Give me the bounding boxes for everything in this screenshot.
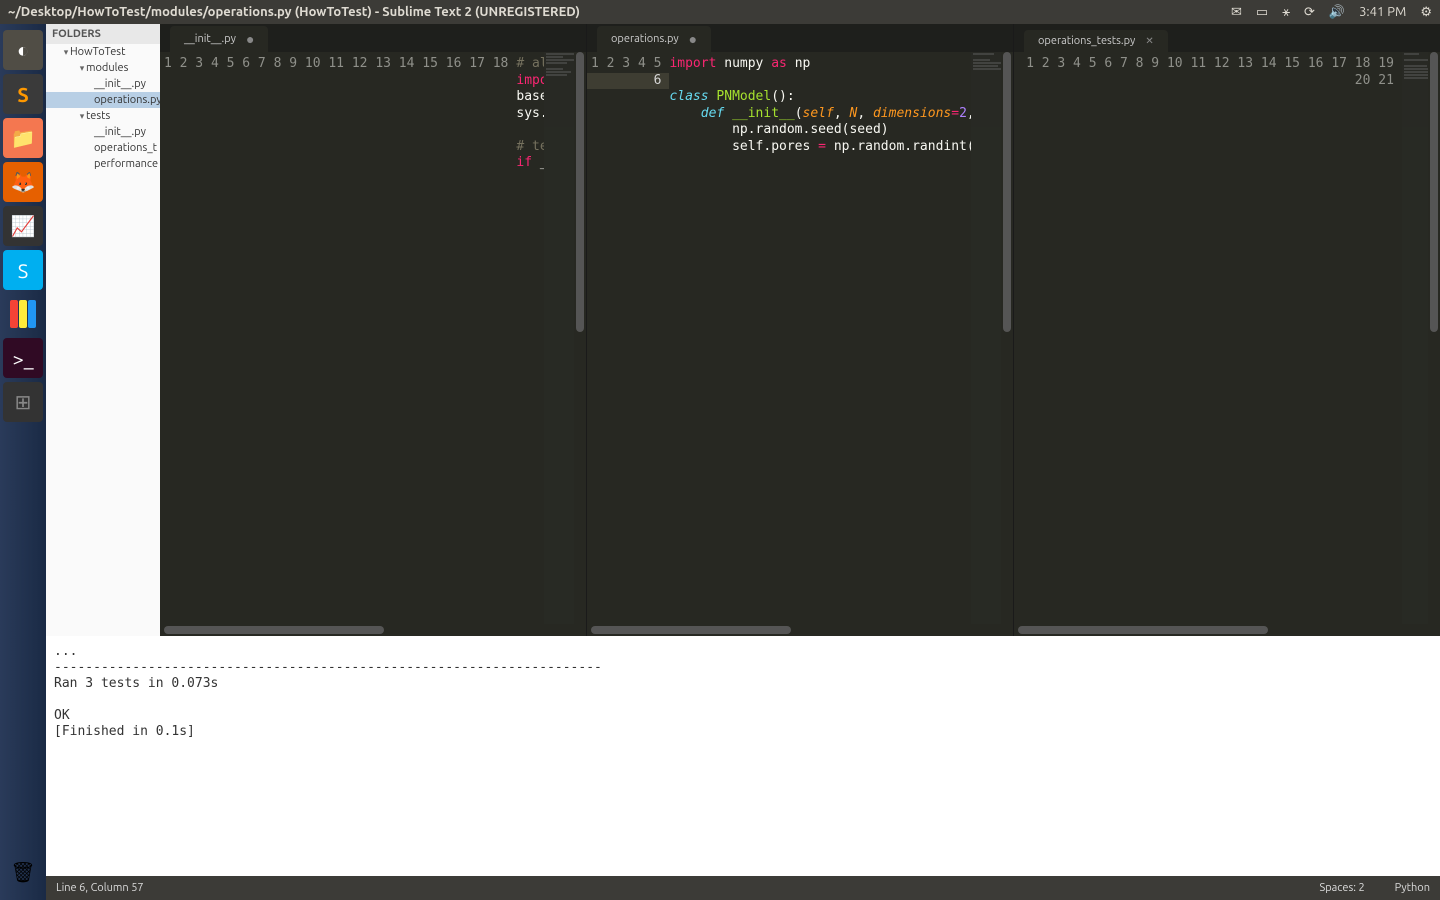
pane-1: __init__.py● 1 2 3 4 5 6 7 8 9 10 11 12 … (160, 24, 587, 636)
launcher-trash[interactable]: 🗑 (3, 852, 43, 892)
clock[interactable]: 3:41 PM (1359, 5, 1406, 19)
gear-icon[interactable]: ⚙ (1420, 5, 1432, 20)
launcher-colors[interactable] (3, 294, 43, 334)
sidebar-file[interactable]: __init__.py (46, 124, 160, 140)
gutter: 1 2 3 4 5 6 7 8 9 10 11 12 13 14 15 16 1… (160, 52, 516, 624)
launcher-monitor[interactable]: 📈 (3, 206, 43, 246)
launcher-firefox[interactable]: 🦊 (3, 162, 43, 202)
tab[interactable]: operations_tests.py✕ (1024, 30, 1168, 52)
editor-area[interactable]: 1 2 3 4 5 6 import numpy as np class PNM… (587, 52, 1013, 624)
launcher-terminal[interactable]: >_ (3, 338, 43, 378)
status-indent[interactable]: Spaces: 2 (1319, 882, 1364, 894)
editor-main: FOLDERS ▾HowToTest ▾modules __init__.py … (46, 24, 1440, 636)
status-position: Line 6, Column 57 (56, 882, 144, 894)
sidebar-file[interactable]: __init__.py (46, 76, 160, 92)
tabbar: operations.py● (587, 24, 1013, 52)
horizontal-scrollbar[interactable] (587, 624, 1013, 636)
vertical-scrollbar[interactable] (1001, 52, 1013, 624)
build-output-panel[interactable]: ... ------------------------------------… (46, 636, 1440, 876)
code[interactable]: import numpy as np class PNModel(): def … (669, 52, 971, 624)
horizontal-scrollbar[interactable] (160, 624, 586, 636)
tabbar: operations_tests.py✕ (1014, 24, 1440, 52)
launcher-workspace[interactable]: ⊞ (3, 382, 43, 422)
dirty-icon: ● (246, 31, 254, 47)
launcher-skype[interactable]: S (3, 250, 43, 290)
tabbar: __init__.py● (160, 24, 586, 52)
menubar: ~/Desktop/HowToTest/modules/operations.p… (0, 0, 1440, 24)
dirty-icon: ● (689, 31, 697, 47)
launcher-files[interactable]: 📁 (3, 118, 43, 158)
sidebar-folder-modules[interactable]: ▾modules (46, 60, 160, 76)
editor-panes: __init__.py● 1 2 3 4 5 6 7 8 9 10 11 12 … (160, 24, 1440, 636)
bluetooth-icon[interactable]: ⚹ (1282, 5, 1290, 20)
folder-sidebar: FOLDERS ▾HowToTest ▾modules __init__.py … (46, 24, 160, 636)
tab[interactable]: operations.py● (597, 26, 711, 52)
wifi-icon[interactable]: ⟳ (1304, 5, 1315, 20)
code[interactable]: # allow tests to access files as if on i… (516, 52, 544, 624)
sidebar-header: FOLDERS (46, 24, 160, 44)
mail-icon[interactable]: ✉ (1231, 5, 1242, 20)
launcher-sublime[interactable]: S (3, 74, 43, 114)
close-icon[interactable]: ✕ (1145, 35, 1153, 47)
tab[interactable]: __init__.py● (170, 26, 268, 52)
launcher-dash[interactable]: ◐ (3, 30, 43, 70)
vertical-scrollbar[interactable] (574, 52, 586, 624)
vertical-scrollbar[interactable] (1428, 52, 1440, 624)
sidebar-project[interactable]: ▾HowToTest (46, 44, 160, 60)
volume-icon[interactable]: 🔊 (1329, 5, 1345, 20)
window-title: ~/Desktop/HowToTest/modules/operations.p… (8, 5, 580, 19)
statusbar: Line 6, Column 57 Spaces: 2 Python (46, 876, 1440, 900)
sidebar-file-active[interactable]: operations.py (46, 92, 160, 108)
gutter: 1 2 3 4 5 6 (587, 52, 669, 624)
horizontal-scrollbar[interactable] (1014, 624, 1440, 636)
launcher: ◐ S 📁 🦊 📈 S >_ ⊞ 🗑 (0, 24, 46, 900)
battery-icon[interactable]: ▭ (1256, 5, 1268, 20)
editor-area[interactable]: 1 2 3 4 5 6 7 8 9 10 11 12 13 14 15 16 1… (1014, 52, 1440, 624)
sidebar-file[interactable]: performance (46, 156, 160, 172)
editor-area[interactable]: 1 2 3 4 5 6 7 8 9 10 11 12 13 14 15 16 1… (160, 52, 586, 624)
system-tray: ✉ ▭ ⚹ ⟳ 🔊 3:41 PM ⚙ (1231, 5, 1432, 20)
sidebar-file[interactable]: operations_t (46, 140, 160, 156)
sidebar-folder-tests[interactable]: ▾tests (46, 108, 160, 124)
pane-3: operations_tests.py✕ 1 2 3 4 5 6 7 8 9 1… (1014, 24, 1440, 636)
status-syntax[interactable]: Python (1395, 882, 1430, 894)
pane-2: operations.py● 1 2 3 4 5 6 import numpy … (587, 24, 1014, 636)
gutter: 1 2 3 4 5 6 7 8 9 10 11 12 13 14 15 16 1… (1014, 52, 1402, 624)
